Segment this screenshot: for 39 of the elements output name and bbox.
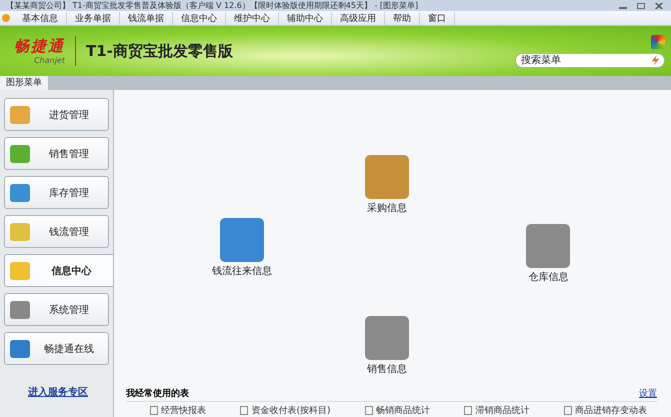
- menu-item[interactable]: 高级应用: [332, 12, 385, 24]
- lightning-icon[interactable]: [651, 54, 660, 66]
- node-label[interactable]: 钱流往来信息: [212, 264, 272, 278]
- section-title: 我经常使用的表: [126, 387, 189, 400]
- report-link[interactable]: 畅销商品统计: [365, 405, 430, 415]
- menu-item[interactable]: 帮助: [385, 12, 420, 24]
- menu-item[interactable]: 业务单据: [67, 12, 120, 24]
- menu-item[interactable]: 信息中心: [173, 12, 226, 24]
- logo-subtext: Chanjet: [34, 56, 65, 65]
- report-link[interactable]: 资金收付表(按科目): [240, 405, 331, 415]
- menu-item[interactable]: 窗口: [420, 12, 455, 24]
- sidebar-item[interactable]: 库存管理: [4, 176, 109, 209]
- node-label[interactable]: 采购信息: [366, 201, 407, 216]
- sidebar-item[interactable]: 销售管理: [4, 137, 109, 170]
- color-logo-icon: [651, 34, 665, 48]
- settings-link[interactable]: 设置: [639, 387, 657, 400]
- report-link[interactable]: 商品进销存变动表: [564, 405, 647, 415]
- tab[interactable]: 图形菜单: [0, 76, 48, 90]
- menu-item[interactable]: 辅助中心: [279, 12, 332, 24]
- maximize-icon[interactable]: [637, 2, 645, 8]
- sidebar-item[interactable]: 钱流管理: [4, 215, 109, 248]
- sidebar-item[interactable]: 畅捷通在线: [4, 332, 109, 365]
- search-field[interactable]: 搜索菜单: [515, 52, 665, 68]
- logo-text: 畅捷通: [14, 37, 65, 56]
- menu-item[interactable]: 基本信息: [14, 12, 67, 24]
- sidebar-item[interactable]: 信息中心: [4, 254, 113, 287]
- node-label[interactable]: 销售信息: [366, 362, 407, 376]
- menu-item[interactable]: 钱流单据: [120, 12, 173, 24]
- window-title: 【某某商贸公司】 T1-商贸宝批发零售普及体验版（客户端 V 12.6）【限时体验版使用期限还剩45天】 - [图形菜单]: [6, 0, 420, 11]
- menu-item[interactable]: 维护中心: [226, 12, 279, 24]
- close-icon[interactable]: [655, 2, 663, 8]
- service-link[interactable]: 进入服务专区: [28, 385, 88, 399]
- report-link[interactable]: 经营快报表: [150, 405, 206, 415]
- node-label[interactable]: 仓库信息: [528, 270, 568, 284]
- app-icon[interactable]: [2, 14, 10, 22]
- product-title: T1-商贸宝批发零售版: [86, 42, 233, 60]
- sidebar-item[interactable]: 系统管理: [4, 293, 109, 326]
- sidebar-item[interactable]: 进货管理: [4, 98, 109, 131]
- report-link[interactable]: 滞销商品统计: [464, 405, 530, 415]
